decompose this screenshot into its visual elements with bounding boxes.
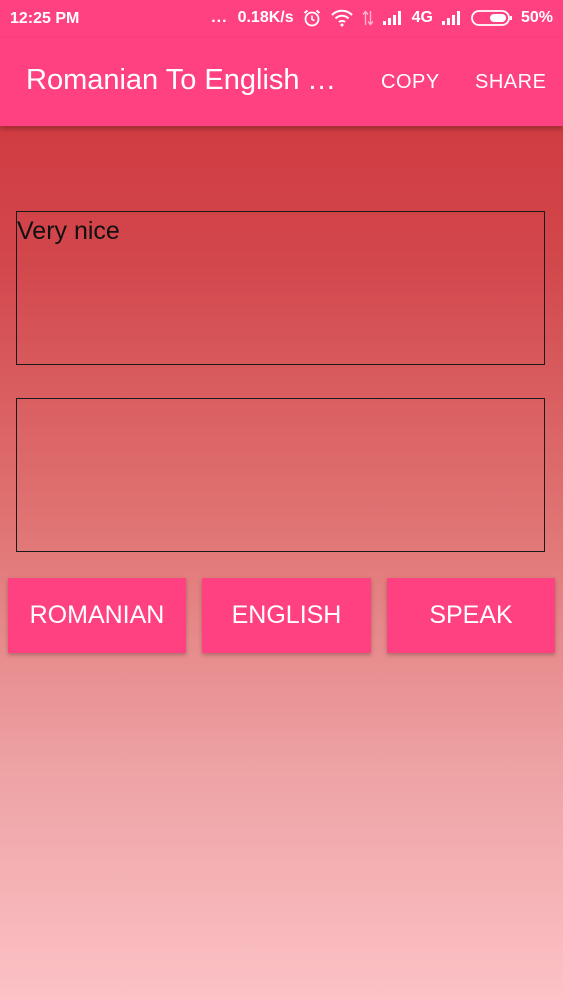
romanian-button[interactable]: ROMANIAN xyxy=(8,578,186,653)
battery-icon xyxy=(471,9,513,27)
status-bar: 12:25 PM ... 0.18K/s 4G 50% xyxy=(0,0,563,38)
network-type: 4G xyxy=(411,9,433,26)
app-title: Romanian To English Translator xyxy=(26,64,346,96)
speak-button[interactable]: SPEAK xyxy=(387,578,555,653)
translation-output[interactable] xyxy=(16,398,545,552)
source-text-input[interactable]: Very nice xyxy=(16,211,545,365)
network-speed: 0.18K/s xyxy=(237,9,294,26)
wifi-icon xyxy=(330,9,354,27)
status-icons: ... 0.18K/s 4G 50% xyxy=(211,8,553,28)
signal-icon-2 xyxy=(441,10,463,26)
data-arrows-icon xyxy=(362,9,374,27)
english-button[interactable]: ENGLISH xyxy=(202,578,371,653)
alarm-icon xyxy=(302,8,322,28)
copy-button[interactable]: COPY xyxy=(381,71,440,94)
share-button[interactable]: SHARE xyxy=(475,71,546,94)
battery-level: 50% xyxy=(520,9,553,26)
signal-icon xyxy=(382,10,404,26)
app-bar: Romanian To English Translator COPY SHAR… xyxy=(0,38,563,126)
notification-dots: ... xyxy=(211,9,228,26)
status-time: 12:25 PM xyxy=(10,10,80,27)
